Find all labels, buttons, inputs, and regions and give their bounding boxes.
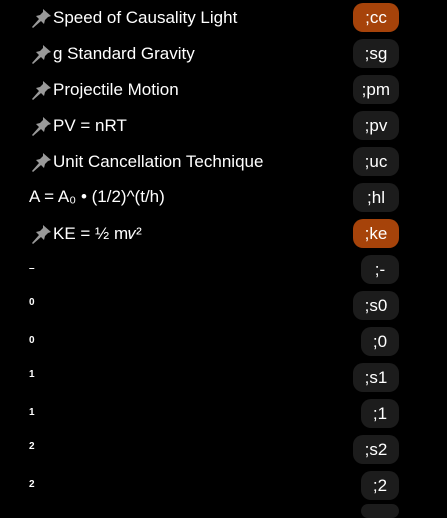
snippet-row[interactable]: 0 ;s0 <box>0 291 447 327</box>
shortcut-button[interactable]: ;hl <box>353 183 399 212</box>
shortcut-button[interactable]: ;- <box>361 255 399 284</box>
snippet-label: PV = nRT <box>53 116 127 135</box>
pin-icon <box>29 115 53 137</box>
shortcut-button[interactable]: ;1 <box>361 399 399 428</box>
snippet-label: 2 <box>29 479 35 490</box>
snippet-row[interactable]: Unit Cancellation Technique ;uc <box>0 147 447 183</box>
snippet-label: Projectile Motion <box>53 80 179 99</box>
snippet-row[interactable]: KE = ½ m𝑣² ;ke <box>0 219 447 255</box>
snippet-label: 1 <box>29 369 35 380</box>
snippet-label: KE = ½ m𝑣² <box>53 224 142 243</box>
snippet-label: g Standard Gravity <box>53 44 195 63</box>
next-shortcut-pill-partial[interactable] <box>361 504 399 518</box>
snippet-title: Speed of Causality Light <box>29 7 237 29</box>
shortcut-button[interactable]: ;ke <box>353 219 399 248</box>
snippet-row[interactable]: 1 ;s1 <box>0 363 447 399</box>
shortcut-button[interactable]: ;sg <box>353 39 399 68</box>
snippet-row[interactable]: Speed of Causality Light ;cc <box>0 3 447 39</box>
snippet-row[interactable]: 0 ;0 <box>0 327 447 363</box>
shortcut-button[interactable]: ;0 <box>361 327 399 356</box>
snippet-label: 1 <box>29 407 35 418</box>
snippet-row[interactable]: A = A₀ • (1/2)^(t/h) ;hl <box>0 183 447 219</box>
shortcut-button[interactable]: ;2 <box>361 471 399 500</box>
snippet-row[interactable]: 1 ;1 <box>0 399 447 435</box>
shortcut-button[interactable]: ;s0 <box>353 291 399 320</box>
shortcut-button[interactable]: ;s2 <box>353 435 399 464</box>
snippet-row[interactable]: 2 ;2 <box>0 471 447 507</box>
snippet-title: Projectile Motion <box>29 79 179 101</box>
shortcut-button[interactable]: ;s1 <box>353 363 399 392</box>
snippet-row[interactable]: g Standard Gravity ;sg <box>0 39 447 75</box>
snippet-label: Unit Cancellation Technique <box>53 152 264 171</box>
snippet-row[interactable]: 2 ;s2 <box>0 435 447 471</box>
shortcut-button[interactable]: ;uc <box>353 147 399 176</box>
pin-icon <box>29 223 53 245</box>
pin-icon <box>29 7 53 29</box>
snippet-row[interactable]: PV = nRT ;pv <box>0 111 447 147</box>
pin-icon <box>29 43 53 65</box>
snippet-label: 0 <box>29 335 35 346</box>
snippet-label: 0 <box>29 297 35 308</box>
snippet-row[interactable]: Projectile Motion ;pm <box>0 75 447 111</box>
pin-icon <box>29 151 53 173</box>
snippet-label: – <box>29 263 35 274</box>
snippet-row[interactable]: – ;- <box>0 255 447 291</box>
snippet-label: Speed of Causality Light <box>53 8 238 27</box>
shortcut-button[interactable]: ;pm <box>352 75 399 104</box>
snippet-title: g Standard Gravity <box>29 43 195 65</box>
snippet-label: 2 <box>29 441 35 452</box>
shortcut-button[interactable]: ;cc <box>353 3 399 32</box>
snippet-title: KE = ½ m𝑣² <box>29 223 142 245</box>
snippet-title: Unit Cancellation Technique <box>29 151 263 173</box>
snippet-title: PV = nRT <box>29 115 127 137</box>
shortcut-button[interactable]: ;pv <box>353 111 399 140</box>
snippet-title: A = A₀ • (1/2)^(t/h) <box>29 187 165 207</box>
snippet-label: A = A₀ • (1/2)^(t/h) <box>29 187 165 206</box>
pin-icon <box>29 79 53 101</box>
